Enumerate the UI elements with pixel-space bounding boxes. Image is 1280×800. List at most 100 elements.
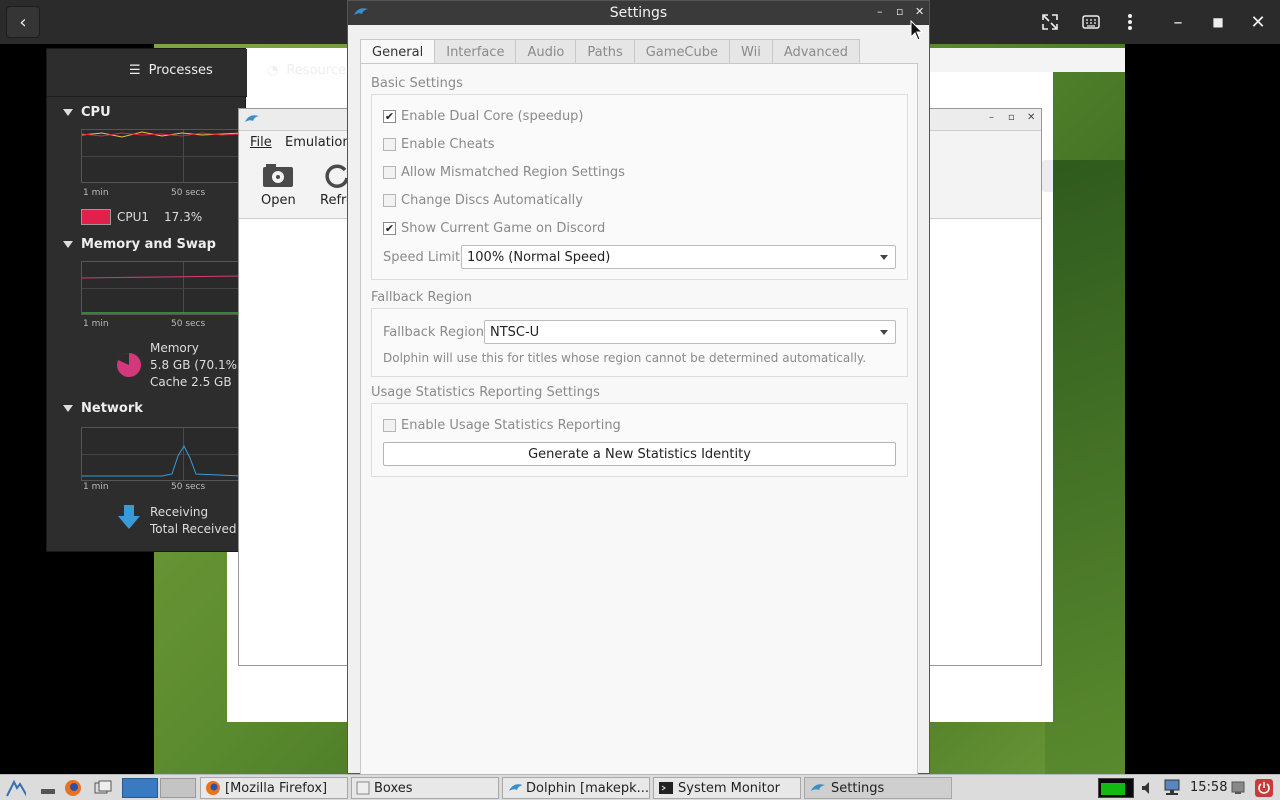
guest-window-edge: [1041, 160, 1053, 192]
change-discs-checkbox[interactable]: Change Discs Automatically: [383, 193, 583, 208]
network-axis-label-mid: 50 secs: [171, 482, 206, 492]
settings-titlebar[interactable]: Settings – ▫ ✕: [348, 1, 929, 25]
network-receiving-label: Receiving: [150, 505, 209, 519]
cpu-monitor-applet[interactable]: [1098, 778, 1134, 798]
keyboard-button[interactable]: [1074, 6, 1108, 38]
tab-advanced[interactable]: Advanced: [771, 39, 861, 64]
menu-button[interactable]: [1114, 6, 1146, 38]
usage-statistics-checkbox[interactable]: Enable Usage Statistics Reporting: [383, 418, 621, 433]
dolphin-close-button[interactable]: ✕: [1027, 112, 1035, 123]
minimize-button[interactable]: –: [1163, 6, 1193, 38]
generate-statistics-identity-button[interactable]: Generate a New Statistics Identity: [383, 442, 896, 466]
mouse-cursor-icon: [910, 20, 924, 41]
usage-statistics-group: Enable Usage Statistics Reporting Genera…: [371, 403, 908, 477]
network-axis-label-left: 1 min: [83, 482, 109, 492]
back-button[interactable]: ‹: [6, 6, 40, 38]
memory-graph: [81, 261, 242, 315]
show-desktop-button[interactable]: [38, 778, 58, 798]
workspace-2[interactable]: [160, 778, 196, 798]
windows-icon: [94, 780, 112, 794]
dolphin-maximize-button[interactable]: ▫: [1008, 112, 1015, 123]
taskbar-item-firefox[interactable]: [Mozilla Firefox]: [200, 777, 348, 799]
cpu-axis-label-mid: 50 secs: [171, 188, 206, 198]
volume-applet[interactable]: [1138, 778, 1158, 798]
taskbar-item-system-monitor[interactable]: System Monitor: [653, 777, 801, 799]
memory-axis-label-left: 1 min: [83, 319, 109, 329]
cpu-section-header[interactable]: CPU: [63, 105, 111, 120]
network-icon: [1164, 779, 1180, 795]
network-applet[interactable]: [1162, 778, 1182, 798]
tab-processes[interactable]: ☰ Processes: [129, 63, 213, 78]
tab-general[interactable]: General: [360, 39, 436, 65]
logout-button[interactable]: [1254, 778, 1274, 798]
system-monitor-window: ☰ Processes ◔ Resources CPU 1 min 50 secs …: [46, 48, 353, 552]
network-total-received-label: Total Received: [150, 522, 237, 536]
desktop-icon: [41, 789, 55, 794]
tab-audio[interactable]: Audio: [515, 39, 577, 64]
keyboard-icon: [1082, 15, 1100, 29]
firefox-icon: [206, 781, 220, 795]
settings-minimize-button[interactable]: –: [877, 5, 883, 18]
menu-file[interactable]: File: [250, 135, 272, 150]
taskbar-item-dolphin[interactable]: Dolphin [makepk...: [502, 777, 650, 799]
basic-settings-title: Basic Settings: [371, 76, 463, 91]
fallback-region-select[interactable]: NTSC-U: [484, 320, 896, 344]
close-icon: ✕: [1250, 11, 1266, 33]
fullscreen-button[interactable]: [1034, 6, 1066, 38]
tab-interface[interactable]: Interface: [434, 39, 517, 64]
expand-triangle-icon: [63, 109, 73, 116]
dual-core-checkbox[interactable]: ✔ Enable Dual Core (speedup): [383, 109, 584, 124]
taskbar-item-boxes[interactable]: Boxes: [351, 777, 499, 799]
checkbox-checked-icon: ✔: [383, 222, 396, 235]
discord-checkbox[interactable]: ✔ Show Current Game on Discord: [383, 221, 605, 236]
checkbox-unchecked-icon: [383, 138, 396, 151]
tab-resources[interactable]: ◔ Resources: [267, 63, 353, 78]
file-manager-launcher[interactable]: [93, 778, 113, 798]
settings-close-button[interactable]: ✕: [915, 5, 924, 18]
tab-wii[interactable]: Wii: [729, 39, 773, 64]
memory-label: Memory: [150, 341, 199, 355]
checkbox-checked-icon: ✔: [383, 110, 396, 123]
dolphin-icon: [811, 784, 825, 791]
mismatched-region-checkbox[interactable]: Allow Mismatched Region Settings: [383, 165, 625, 180]
speed-limit-select[interactable]: 100% (Normal Speed): [461, 245, 896, 269]
close-button[interactable]: ✕: [1243, 6, 1273, 38]
open-button[interactable]: Open: [261, 163, 296, 208]
fallback-region-note: Dolphin will use this for titles whose r…: [383, 351, 867, 365]
wallpaper-shape: [1045, 160, 1125, 774]
lock-screen-button[interactable]: [1228, 778, 1248, 798]
general-panel: Basic Settings ✔ Enable Dual Core (speed…: [360, 63, 918, 775]
menu-emulation[interactable]: Emulation: [285, 135, 351, 150]
network-section-header[interactable]: Network: [63, 401, 143, 416]
dolphin-minimize-button[interactable]: –: [989, 112, 994, 123]
expand-triangle-icon: [63, 405, 73, 412]
power-icon: [1255, 779, 1273, 797]
fallback-region-group: Fallback Region: NTSC-U Dolphin will use…: [371, 308, 908, 377]
memory-cache: Cache 2.5 GB: [150, 375, 232, 389]
memory-section-header[interactable]: Memory and Swap: [63, 237, 216, 252]
lock-screen-icon: [1231, 781, 1245, 794]
firefox-icon: [65, 780, 81, 796]
memory-value: 5.8 GB (70.1%: [150, 358, 238, 372]
firefox-launcher[interactable]: [63, 778, 83, 798]
tab-gamecube[interactable]: GameCube: [633, 39, 731, 64]
taskbar-item-settings[interactable]: Settings: [804, 777, 952, 799]
workspace-1[interactable]: [122, 778, 158, 798]
chevron-left-icon: ‹: [19, 11, 27, 33]
start-menu-button[interactable]: [6, 778, 26, 798]
gauge-icon: ◔: [267, 63, 279, 78]
volume-icon: [1142, 782, 1149, 794]
settings-maximize-button[interactable]: ▫: [896, 5, 903, 18]
tab-paths[interactable]: Paths: [575, 39, 635, 64]
network-graph: [81, 427, 242, 481]
clock[interactable]: 15:58: [1190, 780, 1227, 795]
settings-tabs: General Interface Audio Paths GameCube W…: [360, 39, 861, 65]
fallback-region-label: Fallback Region:: [383, 325, 489, 340]
memory-axis-label-mid: 50 secs: [171, 319, 206, 329]
download-arrow-icon: [118, 505, 140, 529]
checkbox-unchecked-icon: [383, 194, 396, 207]
dolphin-icon: [509, 784, 522, 791]
cpu1-color-swatch[interactable]: [81, 209, 111, 225]
maximize-button[interactable]: ■: [1203, 6, 1233, 38]
cheats-checkbox[interactable]: Enable Cheats: [383, 137, 495, 152]
